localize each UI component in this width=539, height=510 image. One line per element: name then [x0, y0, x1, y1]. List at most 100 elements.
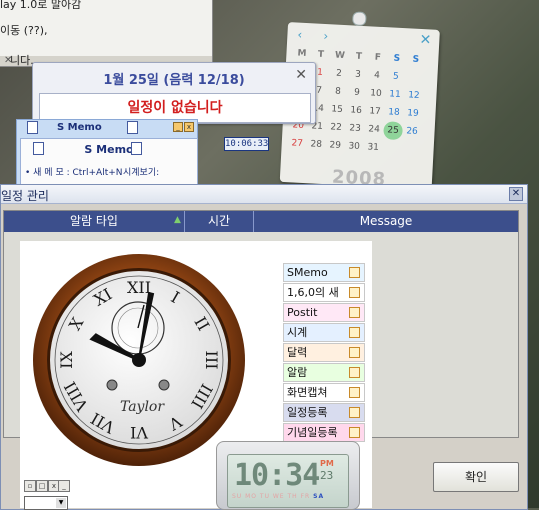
calendar-close-icon[interactable]: ✕: [419, 32, 432, 49]
smemo-window: S Memo • 새 메 모 : Ctrl+Alt+N 시계보기:: [20, 138, 198, 190]
close-icon[interactable]: x: [184, 122, 194, 132]
launcher-item-icon: [349, 427, 360, 438]
pin-icon: [352, 11, 367, 27]
prev-month-icon[interactable]: ‹: [297, 28, 303, 42]
background-text-line: lay 1.0로 말아감: [0, 0, 82, 11]
launcher-menu-label: 달력: [287, 346, 308, 359]
calendar-weekday-header: S: [393, 53, 401, 64]
column-alarm-type[interactable]: 알람 타입: [4, 211, 185, 232]
watch-view-label: 시계보기:: [123, 168, 160, 178]
launcher-item-icon: [349, 327, 360, 338]
launcher-menu-item[interactable]: 시계: [283, 323, 365, 342]
smemo-title: S Memo: [57, 122, 102, 133]
launcher-menu-label: 알람: [287, 366, 308, 379]
calendar-day[interactable]: 27: [287, 134, 307, 153]
launcher-menu-item[interactable]: 일정등록: [283, 403, 365, 422]
minimize-icon[interactable]: _: [173, 122, 183, 132]
mini-toolbar: ▫ □ x _ ▼: [0, 480, 70, 510]
next-month-icon[interactable]: ›: [323, 29, 329, 43]
launcher-menu-item[interactable]: 1,6,0의 새: [283, 283, 365, 302]
close-icon[interactable]: ✕: [509, 187, 523, 201]
table-header: 알람 타입 ▲ 시간 Message: [4, 211, 518, 232]
copy-icon[interactable]: ▫: [24, 480, 36, 492]
smemo-title: S Memo: [84, 143, 134, 156]
calendar-day[interactable]: 2: [329, 64, 349, 83]
clock-brand-label: Taylor: [120, 399, 165, 415]
calendar-day[interactable]: 26: [402, 122, 422, 141]
calendar-day[interactable]: 12: [404, 86, 424, 105]
launcher-item-icon: [349, 347, 360, 358]
calendar-day: [401, 140, 421, 159]
memo-icon: [131, 142, 142, 155]
close-icon[interactable]: ✕: [295, 67, 307, 83]
schedule-date-title: 1월 25일 (음력 12/18): [103, 73, 245, 88]
restore-icon[interactable]: □: [36, 480, 48, 492]
active-weekday: SA: [313, 493, 325, 500]
ok-button[interactable]: 확인: [433, 462, 519, 492]
calendar-day[interactable]: 31: [363, 138, 383, 157]
calendar-day[interactable]: 9: [347, 83, 367, 102]
calendar-day[interactable]: 30: [344, 137, 364, 156]
launcher-menu-label: 화면캡쳐: [287, 386, 328, 399]
digital-seconds: 23: [320, 469, 334, 482]
close-icon[interactable]: ✕: [4, 55, 12, 66]
calendar-day[interactable]: 5: [386, 67, 406, 86]
launcher-menu-item[interactable]: 화면캡쳐: [283, 383, 365, 402]
pm-indicator: PM: [320, 459, 334, 468]
weekday-labels: SU MO TU WE TH FR: [232, 493, 311, 500]
calendar-day[interactable]: 15: [327, 100, 347, 119]
calendar-day[interactable]: 11: [385, 85, 405, 104]
calendar-weekday-header: T: [355, 51, 363, 62]
launcher-menu-item[interactable]: SMemo: [283, 263, 365, 282]
calendar-weekday-header: M: [297, 48, 307, 60]
calendar-day: [405, 68, 425, 87]
memo-icon: [127, 121, 138, 134]
launcher-menu-label: 시계: [287, 326, 308, 339]
launcher-menu-item[interactable]: Postit: [283, 303, 365, 322]
calendar-weekday-header: F: [374, 52, 382, 63]
calendar-day[interactable]: 22: [326, 118, 346, 137]
calendar-day[interactable]: 28: [306, 135, 326, 154]
analog-clock-face: XII IIIIIIIIIIVVIVIIVIIIIXXXI Taylor: [33, 254, 245, 466]
digital-time: 10:34: [234, 458, 320, 493]
calendar-day[interactable]: 8: [328, 82, 348, 101]
background-window: lay 1.0로 말아감 이동 (??), 니다. ✕: [0, 0, 213, 67]
chevron-down-icon: ▼: [56, 498, 66, 508]
calendar-day[interactable]: 23: [345, 119, 365, 138]
launcher-menu-label: 1,6,0의 새: [287, 286, 339, 299]
launcher-item-icon: [349, 407, 360, 418]
window-title: 일정 관리: [1, 189, 49, 203]
background-text-line: 니다.: [10, 54, 34, 67]
calendar-day[interactable]: 24: [364, 120, 384, 139]
calendar-day: [382, 139, 402, 158]
calendar-day[interactable]: 29: [325, 136, 345, 155]
digital-clock: 10:34 PM 23 SU MO TU WE TH FR SA: [216, 441, 360, 510]
launcher-item-icon: [349, 387, 360, 398]
calendar-weekday-header: S: [412, 54, 420, 65]
launcher-menu-item[interactable]: 기념일등록: [283, 423, 365, 442]
launcher-menu-label: 일정등록: [287, 406, 328, 419]
sort-up-icon: ▲: [174, 215, 181, 225]
minimize-icon[interactable]: _: [58, 480, 70, 492]
calendar-day[interactable]: 17: [365, 102, 385, 121]
calendar-day[interactable]: 10: [366, 84, 386, 103]
launcher-menu-label: Postit: [287, 306, 318, 319]
calendar-day[interactable]: 16: [346, 101, 366, 120]
analog-clock: XII I II III IIII V VI VII VIII IX X XI Taylor: [32, 253, 246, 467]
column-message[interactable]: Message: [254, 211, 518, 232]
launcher-menu-item[interactable]: 알람: [283, 363, 365, 382]
launcher-panel: XII I II III IIII V VI VII VIII IX X XI Taylor SMem…: [20, 241, 372, 510]
calendar-day[interactable]: 3: [348, 65, 368, 84]
calendar-day[interactable]: 18: [384, 103, 404, 122]
launcher-item-icon: [349, 267, 360, 278]
time-readout: 10:06:33: [224, 137, 269, 151]
title-bar: 일정 관리 ✕: [1, 185, 527, 204]
weekday-strip: SU MO TU WE TH FR SA: [232, 493, 324, 500]
column-time[interactable]: 시간: [185, 211, 254, 232]
calendar-day[interactable]: 4: [367, 66, 387, 85]
launcher-menu-item[interactable]: 달력: [283, 343, 365, 362]
lcd-display: 10:34 PM 23 SU MO TU WE TH FR SA: [227, 454, 349, 508]
launcher-item-icon: [349, 367, 360, 378]
calendar-day[interactable]: 25: [383, 121, 404, 141]
calendar-day[interactable]: 19: [403, 104, 423, 123]
